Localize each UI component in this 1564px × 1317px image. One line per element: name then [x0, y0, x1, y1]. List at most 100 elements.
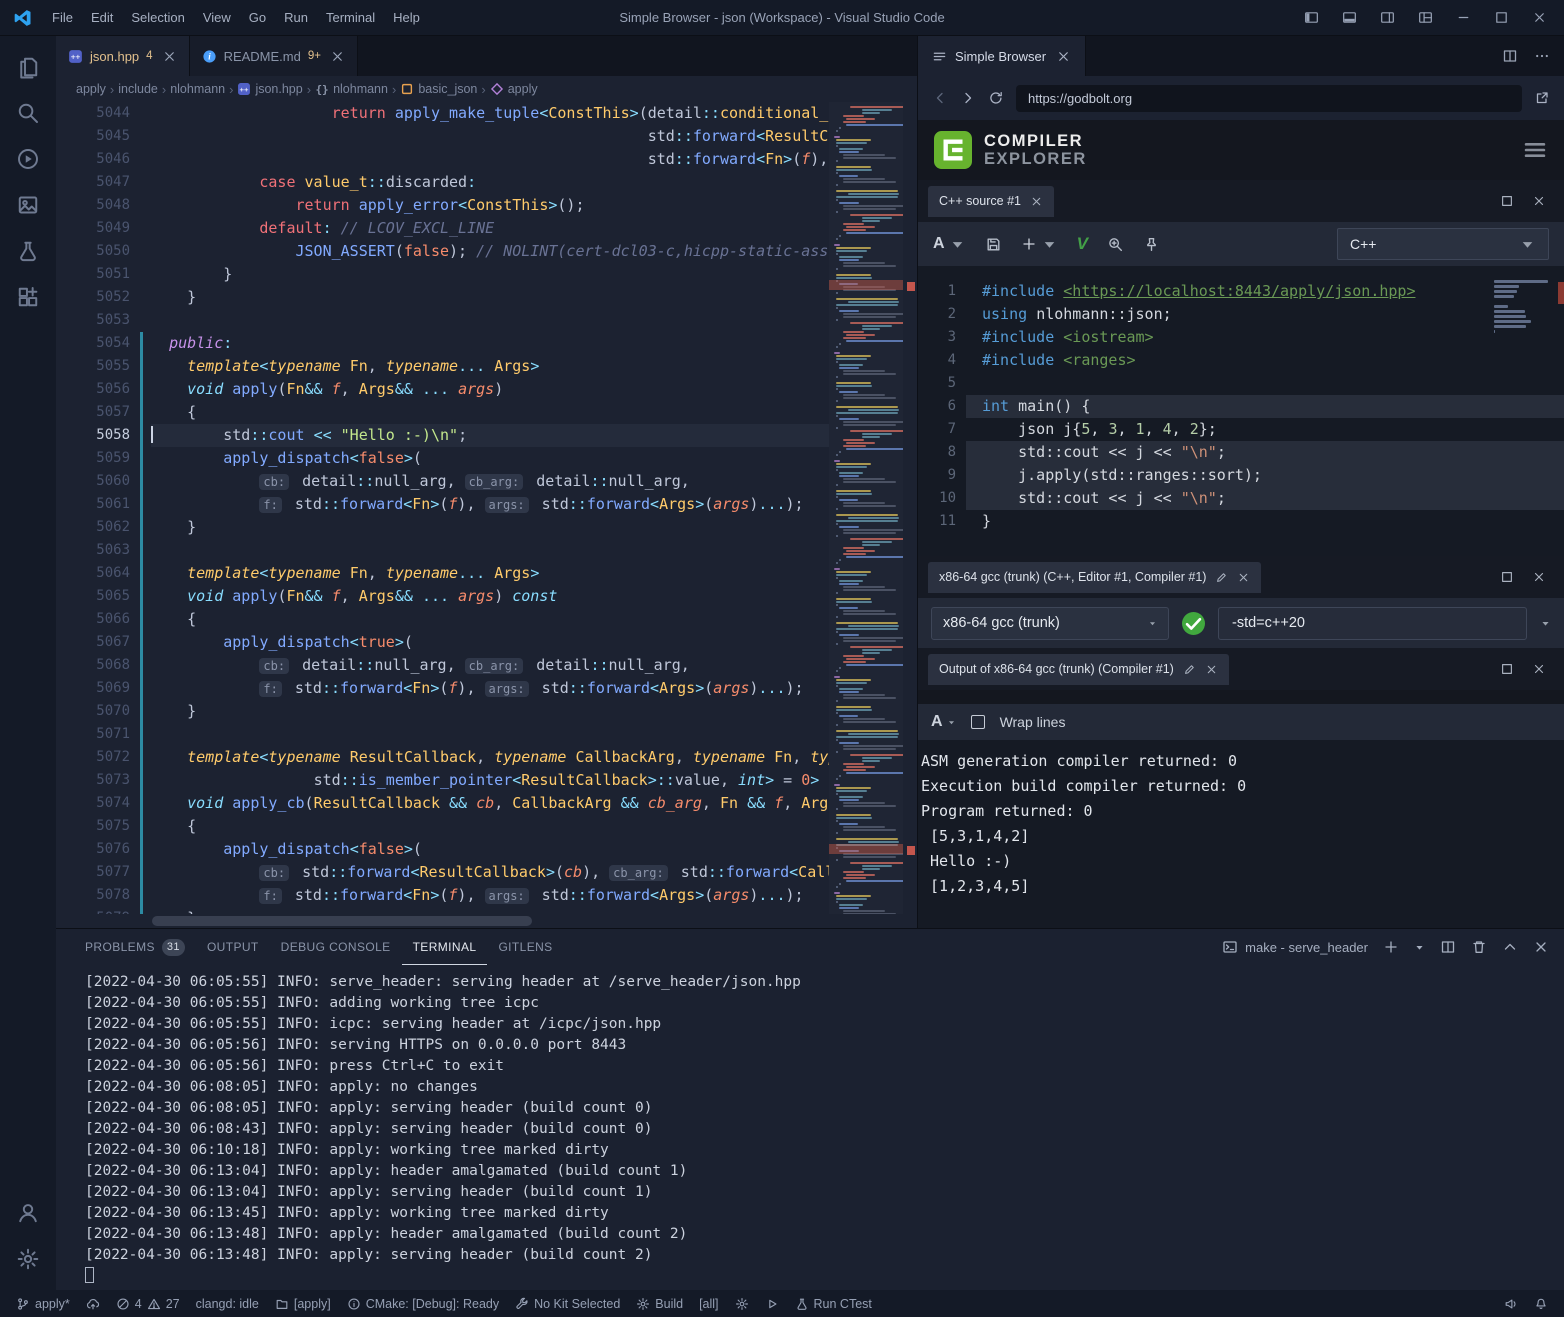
code-line[interactable]: 5070 }	[56, 700, 917, 723]
language-select[interactable]: C++	[1337, 228, 1549, 260]
code-line[interactable]: 5056 void apply(Fn&& f, Args&& ... args)	[56, 378, 917, 401]
code-line[interactable]: 5060 cb: detail::null_arg, cb_arg: detai…	[56, 470, 917, 493]
ce-editor-minimap[interactable]	[1492, 278, 1552, 337]
ce-output-pane-tab[interactable]: Output of x86-64 gcc (trunk) (Compiler #…	[928, 654, 1229, 685]
code-line[interactable]: 5078 f: std::forward<Fn>(f), args: std::…	[56, 884, 917, 907]
panel-tab-problems[interactable]: PROBLEMS31	[74, 929, 196, 965]
code-editor[interactable]: 5044 return apply_make_tuple<ConstThis>(…	[56, 102, 917, 928]
ce-code-line[interactable]: 9 j.apply(std::ranges::sort);	[918, 464, 1564, 487]
maximize-button[interactable]	[1482, 0, 1520, 35]
status-git-branch[interactable]: apply*	[8, 1290, 78, 1317]
activity-editor-preview[interactable]	[4, 182, 52, 228]
code-line[interactable]: 5066 {	[56, 608, 917, 631]
ce-code-line[interactable]: 1#include <https://localhost:8443/apply/…	[918, 280, 1564, 303]
panel-tab-gitlens[interactable]: GITLENS	[487, 929, 563, 965]
tab-json.hpp[interactable]: ++json.hpp4	[56, 36, 190, 76]
chevron-down-icon[interactable]	[1414, 942, 1425, 953]
menu-terminal[interactable]: Terminal	[317, 0, 384, 35]
zoom-icon[interactable]	[1107, 236, 1124, 253]
tab-simple-browser[interactable]: Simple Browser	[918, 36, 1086, 76]
close-icon[interactable]	[162, 49, 177, 64]
status-problems[interactable]: 427	[108, 1290, 188, 1317]
compiler-explorer-logo-icon[interactable]	[934, 131, 972, 169]
status-cmake-launch[interactable]	[727, 1290, 757, 1317]
menu-view[interactable]: View	[194, 0, 240, 35]
activity-search[interactable]	[4, 90, 52, 136]
close-icon[interactable]	[1532, 662, 1546, 676]
code-line[interactable]: 5053	[56, 309, 917, 332]
code-line[interactable]: 5079 }	[56, 907, 917, 914]
code-line[interactable]: 5052 }	[56, 286, 917, 309]
panel-tab-terminal[interactable]: TERMINAL	[402, 929, 488, 965]
ce-code-line[interactable]: 10 std::cout << j << "\n";	[918, 487, 1564, 510]
layout-panel-button[interactable]	[1330, 0, 1368, 35]
code-line[interactable]: 5075 {	[56, 815, 917, 838]
code-line[interactable]: 5048 return apply_error<ConstThis>();	[56, 194, 917, 217]
back-icon[interactable]	[932, 90, 948, 106]
code-line[interactable]: 5057 {	[56, 401, 917, 424]
code-line[interactable]: 5050 JSON_ASSERT(false); // NOLINT(cert-…	[56, 240, 917, 263]
save-icon[interactable]	[985, 236, 1002, 253]
breadcrumb-item-include[interactable]: include	[118, 82, 158, 96]
ce-source-pane-tab[interactable]: C++ source #1	[928, 186, 1054, 217]
code-line[interactable]: 5063	[56, 539, 917, 562]
ce-code-line[interactable]: 6int main() {	[918, 395, 1564, 418]
status-cmake-build[interactable]: Build	[628, 1290, 691, 1317]
ce-code-line[interactable]: 7 json j{5, 3, 1, 4, 2};	[918, 418, 1564, 441]
code-line[interactable]: 5067 apply_dispatch<true>(	[56, 631, 917, 654]
ce-output-console[interactable]: ASM generation compiler returned: 0Execu…	[918, 740, 1564, 928]
code-line[interactable]: 5055 template<typename Fn, typename... A…	[56, 355, 917, 378]
more-actions-icon[interactable]	[1534, 48, 1550, 64]
code-line[interactable]: 5059 apply_dispatch<false>(	[56, 447, 917, 470]
ce-code-line[interactable]: 8 std::cout << j << "\n";	[918, 441, 1564, 464]
code-line[interactable]: 5061 f: std::forward<Fn>(f), args: std::…	[56, 493, 917, 516]
maximize-pane-icon[interactable]	[1500, 662, 1514, 676]
panel-tab-output[interactable]: OUTPUT	[196, 929, 270, 965]
forward-icon[interactable]	[960, 90, 976, 106]
terminal[interactable]: [2022-04-30 06:05:55] INFO: serve_header…	[56, 965, 1564, 1290]
font-size-button[interactable]: A	[933, 235, 966, 253]
compiler-options-input[interactable]: -std=c++20	[1218, 607, 1527, 640]
ce-code-line[interactable]: 2using nlohmann::json;	[918, 303, 1564, 326]
status-cmake-status[interactable]: CMake: [Debug]: Ready	[339, 1290, 507, 1317]
add-pane-button[interactable]	[1021, 236, 1058, 253]
menu-help[interactable]: Help	[384, 0, 429, 35]
code-line[interactable]: 5045 std::forward<ResultCallback>(cb),	[56, 125, 917, 148]
status-feedback[interactable]	[1496, 1297, 1526, 1311]
overview-ruler[interactable]	[903, 102, 917, 928]
edit-pencil-icon[interactable]	[1215, 571, 1228, 584]
status-cmake-project[interactable]: [apply]	[267, 1290, 339, 1317]
new-terminal-icon[interactable]	[1383, 939, 1399, 955]
kill-terminal-icon[interactable]	[1471, 939, 1487, 955]
status-notifications[interactable]	[1526, 1297, 1556, 1311]
close-icon[interactable]	[1056, 49, 1071, 64]
horizontal-scrollbar[interactable]	[152, 916, 532, 926]
close-icon[interactable]	[330, 49, 345, 64]
close-icon[interactable]	[1030, 195, 1043, 208]
code-line[interactable]: 5068 cb: detail::null_arg, cb_arg: detai…	[56, 654, 917, 677]
maximize-pane-icon[interactable]	[1500, 194, 1514, 208]
close-panel-icon[interactable]	[1533, 939, 1549, 955]
menu-run[interactable]: Run	[275, 0, 317, 35]
code-line[interactable]: 5044 return apply_make_tuple<ConstThis>(…	[56, 102, 917, 125]
activity-run-debug[interactable]	[4, 136, 52, 182]
editor-minimap[interactable]	[829, 102, 903, 914]
url-input[interactable]: https://godbolt.org	[1016, 85, 1522, 112]
status-clangd-status[interactable]: clangd: idle	[188, 1290, 267, 1317]
code-line[interactable]: 5071	[56, 723, 917, 746]
layout-sidebar-left-button[interactable]	[1292, 0, 1330, 35]
activity-files[interactable]	[4, 44, 52, 90]
activity-account[interactable]	[4, 1190, 52, 1236]
code-line[interactable]: 5072 template<typename ResultCallback, t…	[56, 746, 917, 769]
menu-selection[interactable]: Selection	[122, 0, 193, 35]
breadcrumb-item-basic_json[interactable]: basic_json	[400, 82, 477, 96]
activity-extensions[interactable]	[4, 274, 52, 320]
code-line[interactable]: 5062 }	[56, 516, 917, 539]
status-cmake-run[interactable]	[757, 1290, 787, 1317]
code-line[interactable]: 5047 case value_t::discarded:	[56, 171, 917, 194]
code-line[interactable]: 5054 public:	[56, 332, 917, 355]
code-line[interactable]: 5074 void apply_cb(ResultCallback && cb,…	[56, 792, 917, 815]
code-line[interactable]: 5064 template<typename Fn, typename... A…	[56, 562, 917, 585]
close-icon[interactable]	[1205, 663, 1218, 676]
menu-go[interactable]: Go	[240, 0, 275, 35]
